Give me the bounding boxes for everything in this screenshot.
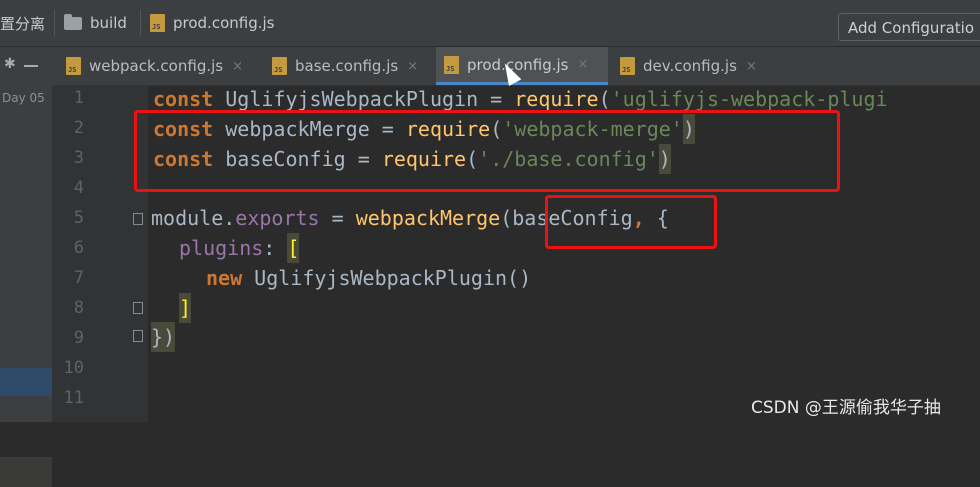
keyword: const (153, 87, 214, 111)
sidebar-selected-item[interactable] (0, 368, 52, 396)
identifier: module (151, 206, 224, 230)
property: plugins (179, 236, 264, 260)
editor-tab-bar: ✱ webpack.config.js × base.config.js × p… (0, 47, 980, 86)
folder-icon (64, 13, 82, 30)
breadcrumb-project-label: 置分离 (0, 14, 46, 33)
line-number: 1 (73, 88, 84, 108)
class-name: UglifyjsWebpackPlugin (254, 266, 508, 290)
breadcrumb-folder[interactable]: build (64, 12, 127, 34)
fold-marker-icon[interactable] (133, 330, 143, 342)
add-configuration-button[interactable]: Add Configuratio (838, 13, 980, 41)
line-number: 2 (73, 118, 84, 138)
line-number: 3 (73, 148, 84, 168)
js-file-icon (150, 14, 165, 32)
highlight-box-baseconfig (545, 195, 717, 249)
line-number: 5 (73, 208, 84, 228)
paren: ( (500, 206, 513, 230)
js-file-icon (66, 57, 81, 75)
breadcrumb-separator (54, 10, 55, 36)
breadcrumb-file[interactable]: prod.config.js (150, 12, 274, 34)
close-icon[interactable]: × (407, 59, 418, 74)
tab-label: dev.config.js (643, 57, 737, 75)
fold-marker-icon[interactable] (133, 213, 143, 225)
brace: }) (151, 322, 176, 352)
identifier: UglifyjsWebpackPlugin (225, 87, 479, 111)
tab-label: prod.config.js (467, 55, 569, 74)
close-icon[interactable]: × (746, 59, 757, 74)
string-literal: 'uglifyjs-webpack-plugi (610, 87, 888, 111)
sidebar-highlighted-item[interactable] (0, 457, 52, 487)
tab-webpack-config[interactable]: webpack.config.js × (58, 47, 258, 85)
property: exports (235, 206, 320, 230)
bracket: [ (287, 233, 300, 263)
paren: () (507, 266, 532, 290)
close-icon[interactable]: × (577, 57, 588, 72)
tab-base-config[interactable]: base.config.js × (264, 47, 434, 85)
operator: = (478, 87, 515, 111)
js-file-icon (620, 57, 635, 75)
line-number: 9 (73, 328, 84, 348)
line-number: 10 (63, 358, 84, 378)
keyword: new (206, 266, 243, 290)
line-number: 7 (73, 268, 84, 288)
operator: : (263, 236, 288, 260)
breadcrumb-separator (140, 10, 141, 36)
function-call: require (514, 87, 599, 111)
operator: . (223, 206, 236, 230)
paren: ( (598, 87, 611, 111)
tab-menu-icon[interactable]: ✱ (4, 56, 16, 72)
js-file-icon (272, 57, 287, 75)
code-line-8[interactable]: ] (179, 293, 192, 323)
breadcrumb-folder-label: build (90, 14, 127, 32)
operator: = (319, 206, 356, 230)
tab-prod-config[interactable]: prod.config.js × (436, 47, 608, 85)
code-line-7[interactable]: new UglifyjsWebpackPlugin() (206, 263, 531, 293)
breadcrumb-file-label: prod.config.js (173, 14, 275, 32)
tab-dev-config[interactable]: dev.config.js × (612, 47, 772, 85)
highlight-box-imports (134, 110, 840, 192)
watermark: CSDN @王源偷我华子抽 (751, 398, 941, 418)
collapse-icon[interactable] (24, 65, 38, 67)
line-number: 8 (73, 298, 84, 318)
navigation-bar: 置分离 build prod.config.js Add Configurati… (0, 0, 980, 47)
line-number: 11 (63, 388, 84, 408)
project-sidebar: Day 05 (0, 85, 52, 487)
sidebar-project-label[interactable]: Day 05 (2, 91, 45, 105)
line-number: 4 (73, 178, 84, 198)
tab-label: webpack.config.js (89, 57, 224, 75)
tab-label: base.config.js (295, 57, 399, 75)
breadcrumb-project[interactable]: 置分离 (0, 12, 45, 34)
code-line-9[interactable]: }) (151, 322, 176, 352)
line-number: 6 (73, 238, 84, 258)
close-icon[interactable]: × (232, 59, 243, 74)
function-call: webpackMerge (355, 206, 501, 230)
bracket: ] (179, 293, 192, 323)
code-line-6[interactable]: plugins: [ (179, 233, 300, 263)
js-file-icon (444, 55, 459, 74)
fold-marker-icon[interactable] (133, 302, 143, 314)
